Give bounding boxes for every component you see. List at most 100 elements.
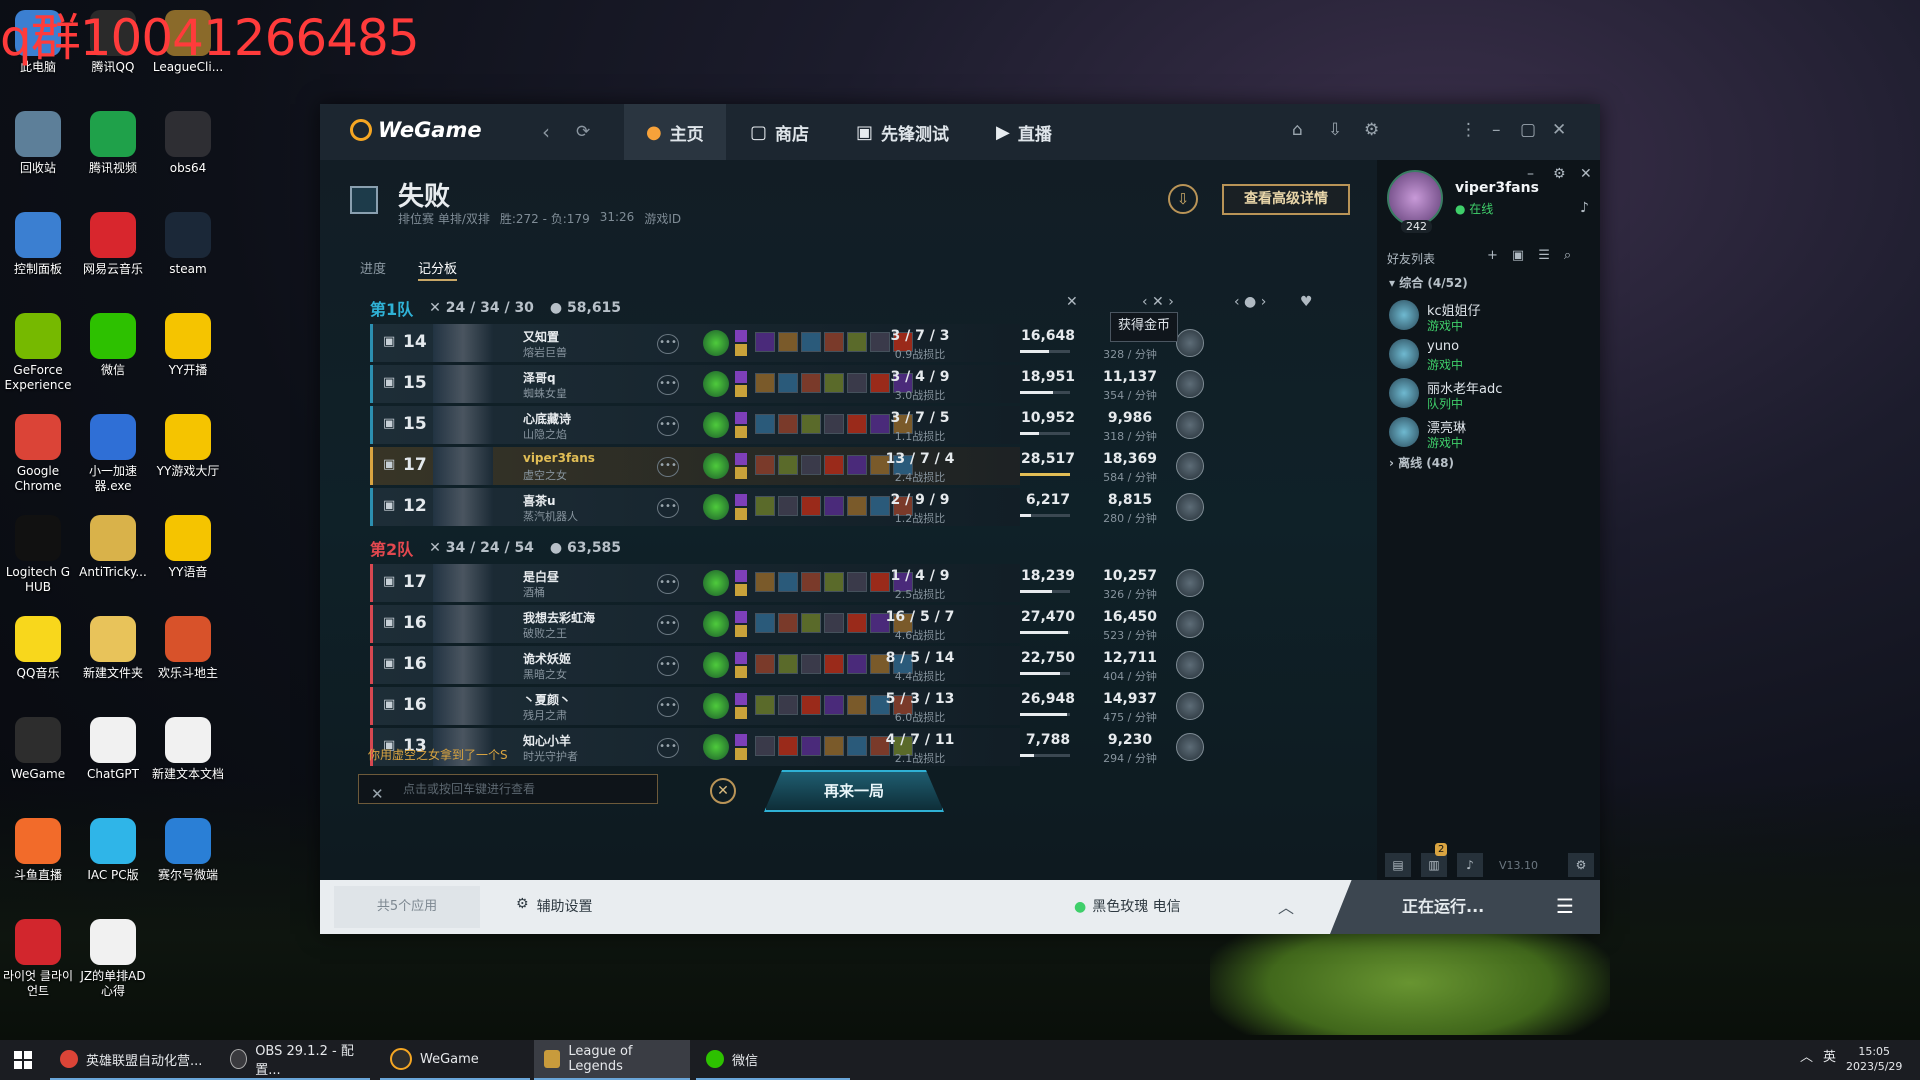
summoner-spell-icon[interactable] xyxy=(735,625,747,637)
wegame-logo[interactable]: WeGame xyxy=(350,118,482,142)
chevron-up-icon[interactable]: ︿ xyxy=(1800,1046,1813,1065)
desktop-icon[interactable]: IAC PC版 xyxy=(75,818,151,883)
rank-medal-icon[interactable] xyxy=(1176,329,1204,357)
desktop-icon[interactable]: QQ音乐 xyxy=(0,616,76,681)
rune-icon[interactable] xyxy=(703,494,729,520)
player-name[interactable]: 是白昼 xyxy=(523,568,559,585)
summoner-spell-icon[interactable] xyxy=(735,371,747,383)
desktop-icon[interactable]: AntiTricky... xyxy=(75,515,151,580)
more-options-icon[interactable]: ••• xyxy=(657,375,679,395)
apps-count[interactable]: 共5个应用 xyxy=(334,886,480,928)
more-menu-icon[interactable]: ⋮ xyxy=(1460,120,1477,140)
item-slot[interactable] xyxy=(755,654,775,674)
desktop-icon[interactable]: 控制面板 xyxy=(0,212,76,277)
item-slot[interactable] xyxy=(801,455,821,475)
item-slot[interactable] xyxy=(778,414,798,434)
rune-icon[interactable] xyxy=(703,412,729,438)
username[interactable]: viper3fans xyxy=(1455,180,1539,196)
more-options-icon[interactable]: ••• xyxy=(657,457,679,477)
mute-icon[interactable]: ✕ xyxy=(371,780,384,808)
damage-column-arrows-icon[interactable]: ‹ ✕ › xyxy=(1142,294,1174,310)
item-slot[interactable] xyxy=(847,332,867,352)
panel-minimize-icon[interactable]: – xyxy=(1527,166,1534,182)
champion-portrait[interactable] xyxy=(433,605,493,643)
desktop-icon[interactable]: YY语音 xyxy=(150,515,226,580)
desktop-icon[interactable]: 网易云音乐 xyxy=(75,212,151,277)
item-slot[interactable] xyxy=(847,695,867,715)
gift-icon[interactable]: ⌂ xyxy=(1292,120,1303,140)
tab-store[interactable]: ▢ 商店 xyxy=(728,104,831,160)
tab-scoreboard[interactable]: 记分板 xyxy=(418,258,458,281)
microphone-icon[interactable]: ♪ xyxy=(1457,853,1483,877)
champion-portrait[interactable] xyxy=(433,447,493,485)
item-slot[interactable] xyxy=(801,613,821,633)
item-slot[interactable] xyxy=(755,373,775,393)
desktop-icon[interactable]: YY开播 xyxy=(150,313,226,378)
taskbar-item-wechat[interactable]: 微信 xyxy=(696,1040,850,1080)
item-slot[interactable] xyxy=(778,496,798,516)
desktop-icon[interactable]: obs64 xyxy=(150,111,226,176)
item-slot[interactable] xyxy=(778,736,798,756)
item-slot[interactable] xyxy=(778,654,798,674)
bell-icon[interactable]: ♪ xyxy=(1580,200,1589,216)
rank-medal-icon[interactable] xyxy=(1176,569,1204,597)
item-slot[interactable] xyxy=(847,496,867,516)
item-slot[interactable] xyxy=(801,414,821,434)
desktop-icon[interactable]: ChatGPT xyxy=(75,717,151,782)
desktop-icon[interactable]: 腾讯视频 xyxy=(75,111,151,176)
item-slot[interactable] xyxy=(824,414,844,434)
summoner-spell-icon[interactable] xyxy=(735,570,747,582)
desktop-icon[interactable]: 斗鱼直播 xyxy=(0,818,76,883)
rune-icon[interactable] xyxy=(703,570,729,596)
desktop-icon[interactable]: 라이엇 클라이언트 xyxy=(0,919,76,999)
item-slot[interactable] xyxy=(755,613,775,633)
rank-medal-icon[interactable] xyxy=(1176,651,1204,679)
item-slot[interactable] xyxy=(755,695,775,715)
item-slot[interactable] xyxy=(824,572,844,592)
desktop-icon[interactable]: 回收站 xyxy=(0,111,76,176)
friend-item[interactable]: yuno 游戏中 xyxy=(1389,335,1589,375)
summoner-spell-icon[interactable] xyxy=(735,494,747,506)
item-slot[interactable] xyxy=(824,613,844,633)
more-options-icon[interactable]: ••• xyxy=(657,574,679,594)
item-slot[interactable] xyxy=(824,654,844,674)
item-slot[interactable] xyxy=(778,455,798,475)
settings-gear-icon[interactable]: ⚙ xyxy=(1364,120,1379,140)
notification-icon[interactable]: ▥ 2 xyxy=(1421,843,1448,877)
item-slot[interactable] xyxy=(847,654,867,674)
summoner-spell-icon[interactable] xyxy=(735,748,747,760)
advanced-details-button[interactable]: 查看高级详情 xyxy=(1222,184,1350,215)
item-slot[interactable] xyxy=(847,455,867,475)
minimize-icon[interactable]: – xyxy=(1492,120,1501,140)
game-id-label[interactable]: 游戏ID xyxy=(644,210,681,227)
chevron-up-icon[interactable]: ︿ xyxy=(1278,894,1294,918)
clock[interactable]: 15:05 2023/5/29 xyxy=(1846,1044,1902,1074)
server-selector[interactable]: ● 黑色玫瑰 电信 xyxy=(1074,896,1181,916)
item-slot[interactable] xyxy=(824,455,844,475)
panel-gear-icon[interactable]: ⚙ xyxy=(1568,853,1594,877)
close-match-button[interactable]: ✕ xyxy=(710,778,736,804)
player-name[interactable]: viper3fans xyxy=(523,451,595,465)
friend-item[interactable]: 丽水老年adc 队列中 xyxy=(1389,374,1589,414)
user-status[interactable]: ● 在线 xyxy=(1455,200,1493,217)
item-slot[interactable] xyxy=(847,572,867,592)
item-slot[interactable] xyxy=(847,613,867,633)
rune-icon[interactable] xyxy=(703,734,729,760)
item-slot[interactable] xyxy=(778,373,798,393)
summoner-spell-icon[interactable] xyxy=(735,453,747,465)
chat-input[interactable]: ✕ 点击或按回车键进行查看 xyxy=(358,774,658,804)
champion-portrait[interactable] xyxy=(433,564,493,602)
rank-medal-icon[interactable] xyxy=(1176,370,1204,398)
summoner-spell-icon[interactable] xyxy=(735,426,747,438)
add-friend-icon[interactable]: + xyxy=(1487,248,1498,263)
download-icon[interactable]: ⇩ xyxy=(1328,120,1342,140)
taskbar-item-league[interactable]: League of Legends xyxy=(534,1040,690,1080)
item-slot[interactable] xyxy=(801,654,821,674)
more-options-icon[interactable]: ••• xyxy=(657,656,679,676)
taskbar-item-chrome[interactable]: 英雄联盟自动化营... xyxy=(50,1040,220,1080)
item-slot[interactable] xyxy=(824,332,844,352)
item-slot[interactable] xyxy=(755,455,775,475)
refresh-icon[interactable]: ⟳ xyxy=(576,122,590,142)
summoner-spell-icon[interactable] xyxy=(735,467,747,479)
rank-medal-icon[interactable] xyxy=(1176,610,1204,638)
